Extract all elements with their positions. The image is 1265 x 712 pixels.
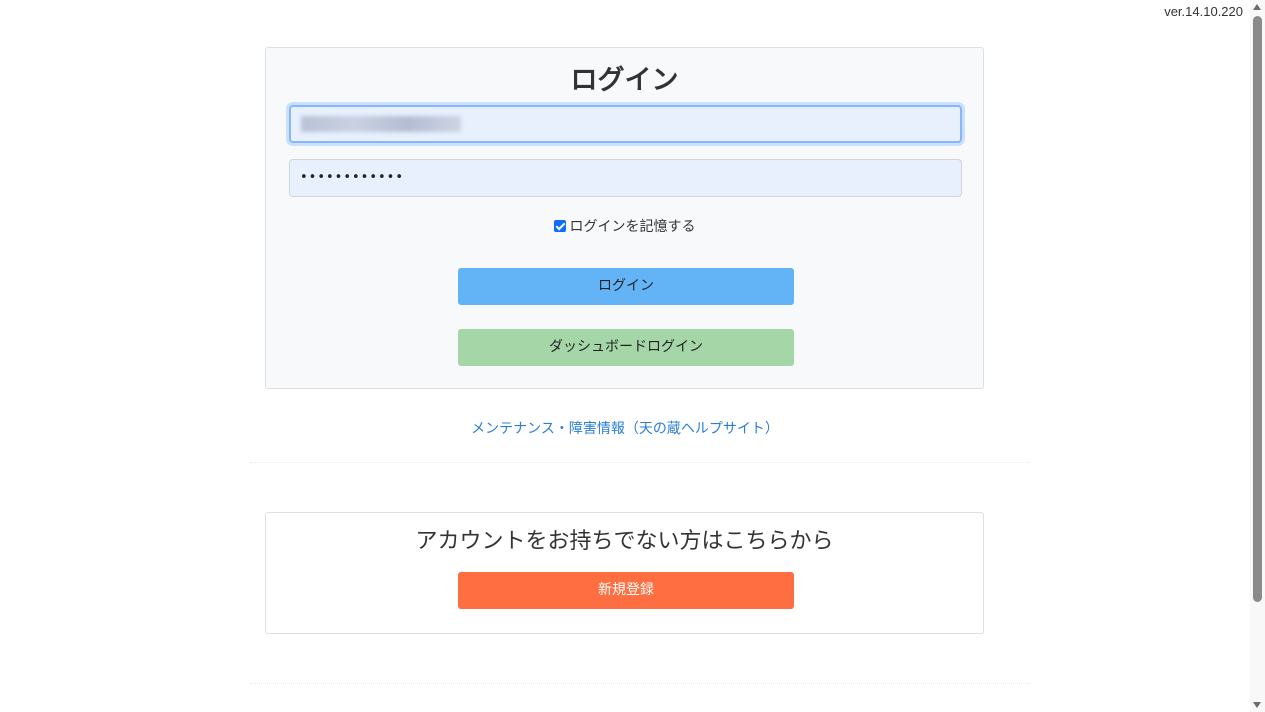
maintenance-help-link[interactable]: メンテナンス・障害情報（天の蔵ヘルプサイト）: [0, 418, 1250, 438]
password-input[interactable]: ••••••••••••: [289, 159, 962, 197]
scroll-thumb[interactable]: [1253, 16, 1262, 602]
remember-login-row[interactable]: ログインを記憶する: [266, 216, 983, 236]
vertical-scrollbar[interactable]: [1250, 0, 1265, 712]
login-button[interactable]: ログイン: [458, 268, 794, 305]
scroll-down-arrow-icon[interactable]: [1253, 702, 1261, 708]
login-page: ver.14.10.220 ログイン •••••••••••• ログインを記憶す…: [0, 0, 1265, 712]
divider: [250, 683, 1030, 684]
login-title: ログイン: [570, 65, 679, 96]
remember-checkbox[interactable]: [553, 220, 566, 232]
version-label: ver.14.10.220: [1164, 4, 1243, 19]
scroll-up-arrow-icon[interactable]: [1253, 4, 1261, 10]
login-card: ログイン •••••••••••• ログインを記憶する ログイン ダッシュボード…: [265, 47, 984, 389]
divider: [250, 462, 1030, 463]
dashboard-login-button[interactable]: ダッシュボードログイン: [458, 329, 794, 366]
email-input[interactable]: [289, 105, 962, 143]
remember-label[interactable]: ログインを記憶する: [570, 219, 696, 235]
register-button[interactable]: 新規登録: [458, 572, 794, 609]
signup-card: アカウントをお持ちでない方はこちらから 新規登録: [265, 512, 984, 634]
blurred-email-value: [301, 116, 461, 132]
signup-title: アカウントをお持ちでない方はこちらから: [415, 529, 834, 554]
